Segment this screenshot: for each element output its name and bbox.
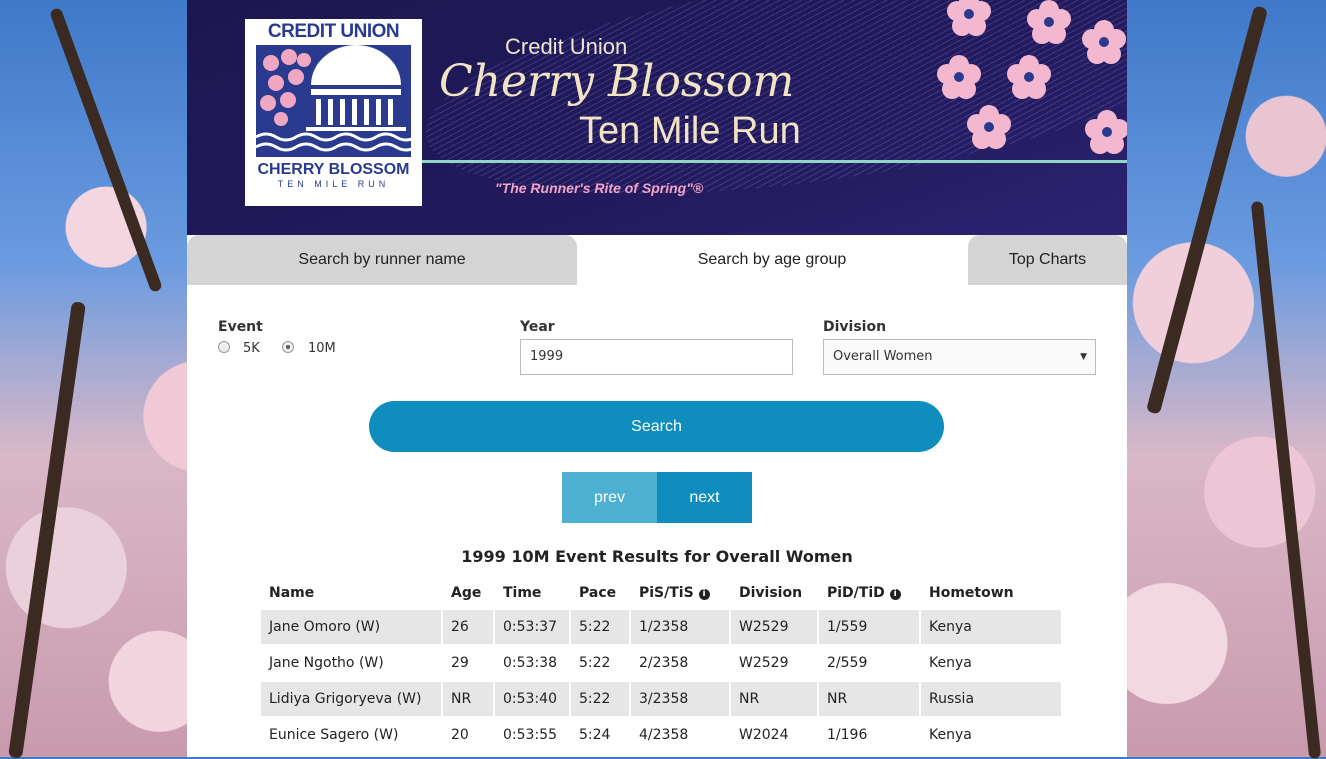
cell-pis-tis: 3/2358 — [631, 682, 729, 716]
cell-name: Lidiya Grigoryeva (W) — [261, 682, 441, 716]
logo[interactable]: CREDIT UNION CHERRY BLOSSOM TEN MILE RUN — [245, 19, 422, 206]
cell-age: 26 — [443, 610, 493, 644]
division-select[interactable]: Overall Women ▼ — [823, 339, 1096, 375]
blossom-icon — [1085, 110, 1127, 154]
results-table: Name Age Time Pace PiS/TiS i Division Pi… — [259, 576, 1063, 754]
next-button[interactable]: next — [657, 472, 752, 523]
cell-hometown: Kenya — [921, 610, 1061, 644]
tab-runner-name[interactable]: Search by runner name — [187, 235, 577, 285]
background-branch — [8, 301, 86, 759]
tab-top-charts[interactable]: Top Charts — [968, 235, 1127, 285]
cell-name: Jane Omoro (W) — [261, 610, 441, 644]
cell-name: Eunice Sagero (W) — [269, 727, 399, 743]
event-option-5k: 5K — [243, 341, 260, 356]
col-pid-tid[interactable]: PiD/TiD i — [819, 578, 919, 608]
main-container: CREDIT UNION CHERRY BLOSSOM TEN MILE RUN… — [187, 0, 1127, 757]
caret-down-icon: ▼ — [1080, 352, 1087, 362]
logo-line2: CHERRY BLOSSOM — [257, 161, 410, 178]
prev-button[interactable]: prev — [562, 472, 657, 523]
blossom-icon — [937, 55, 981, 99]
cell-time: 0:53:55 — [503, 727, 557, 743]
cell-pid-tid: NR — [819, 682, 919, 716]
banner-tagline: "The Runner's Rite of Spring"® — [495, 180, 704, 196]
table-header-row: Name Age Time Pace PiS/TiS i Division Pi… — [261, 578, 1061, 608]
tab-age-group[interactable]: Search by age group — [578, 235, 966, 285]
cell-pid-tid: 1/559 — [819, 610, 919, 644]
cell-pace: 5:22 — [571, 610, 629, 644]
cell-name: Jane Ngotho (W) — [269, 655, 384, 671]
table-row: Eunice Sagero (W) 20 0:53:55 5:24 4/2358… — [261, 718, 1061, 752]
cell-hometown: Russia — [921, 682, 1061, 716]
info-icon[interactable]: i — [889, 589, 901, 600]
cell-division: NR — [731, 682, 817, 716]
event-radio-10m[interactable] — [282, 341, 294, 353]
col-pace: Pace — [579, 585, 617, 601]
col-name: Name — [269, 585, 315, 601]
results-title: 1999 10M Event Results for Overall Women — [461, 547, 853, 566]
background-branch — [49, 6, 163, 294]
cell-time: 0:53:37 — [495, 610, 569, 644]
cell-division: W2024 — [739, 727, 789, 743]
col-time: Time — [503, 585, 542, 601]
division-label: Division — [823, 319, 887, 335]
event-radio-5k[interactable] — [218, 341, 230, 353]
cell-pis-tis: 1/2358 — [631, 610, 729, 644]
cell-age: 29 — [451, 655, 469, 671]
year-input[interactable]: 1999 — [520, 339, 793, 375]
cell-hometown: Kenya — [929, 727, 972, 743]
blossom-icon — [1082, 20, 1126, 64]
banner-line — [422, 160, 1127, 163]
cell-pis-tis: 4/2358 — [639, 727, 689, 743]
table-row: Jane Omoro (W) 26 0:53:37 5:22 1/2358 W2… — [261, 610, 1061, 644]
logo-line1: CREDIT UNION — [267, 21, 400, 42]
search-button[interactable]: Search — [369, 401, 944, 452]
info-icon[interactable]: i — [698, 589, 710, 600]
cell-division: W2529 — [731, 610, 817, 644]
table-row: Lidiya Grigoryeva (W) NR 0:53:40 5:22 3/… — [261, 682, 1061, 716]
logo-line3: TEN MILE RUN — [277, 179, 390, 189]
event-label: Event — [218, 319, 263, 335]
blossom-icon — [1027, 0, 1071, 44]
blossom-icon — [1007, 55, 1051, 99]
col-age: Age — [451, 585, 482, 601]
blossom-icon — [947, 0, 991, 36]
cell-pis-tis: 2/2358 — [639, 655, 689, 671]
col-division: Division — [739, 585, 803, 601]
cell-hometown: Kenya — [929, 655, 972, 671]
col-pis-tis[interactable]: PiS/TiS i — [631, 578, 729, 608]
tab-bar: Search by runner name Search by age grou… — [187, 235, 1127, 285]
banner-title-script: Cherry Blossom — [439, 56, 795, 107]
year-label: Year — [520, 319, 555, 335]
cell-pid-tid: 1/196 — [827, 727, 868, 743]
col-hometown: Hometown — [929, 585, 1014, 601]
cell-pace: 5:22 — [579, 655, 611, 671]
cell-age: NR — [443, 682, 493, 716]
cell-division: W2529 — [739, 655, 789, 671]
cell-pace: 5:22 — [571, 682, 629, 716]
event-option-10m: 10M — [308, 341, 336, 356]
cell-time: 0:53:40 — [495, 682, 569, 716]
background-branch — [1145, 5, 1269, 415]
cell-age: 20 — [451, 727, 469, 743]
banner-title-bottom: Ten Mile Run — [579, 110, 801, 152]
blossom-icon — [967, 105, 1011, 149]
memorial-icon — [256, 45, 411, 157]
division-value: Overall Women — [833, 349, 933, 364]
cell-pace: 5:24 — [579, 727, 611, 743]
header-banner: CREDIT UNION CHERRY BLOSSOM TEN MILE RUN… — [187, 0, 1127, 235]
col-pis-tis-label: PiS/TiS — [639, 585, 694, 601]
cell-pid-tid: 2/559 — [827, 655, 868, 671]
col-pid-tid-label: PiD/TiD — [827, 585, 885, 601]
cell-time: 0:53:38 — [503, 655, 557, 671]
table-row: Jane Ngotho (W) 29 0:53:38 5:22 2/2358 W… — [261, 646, 1061, 680]
background-branch — [1250, 200, 1322, 759]
